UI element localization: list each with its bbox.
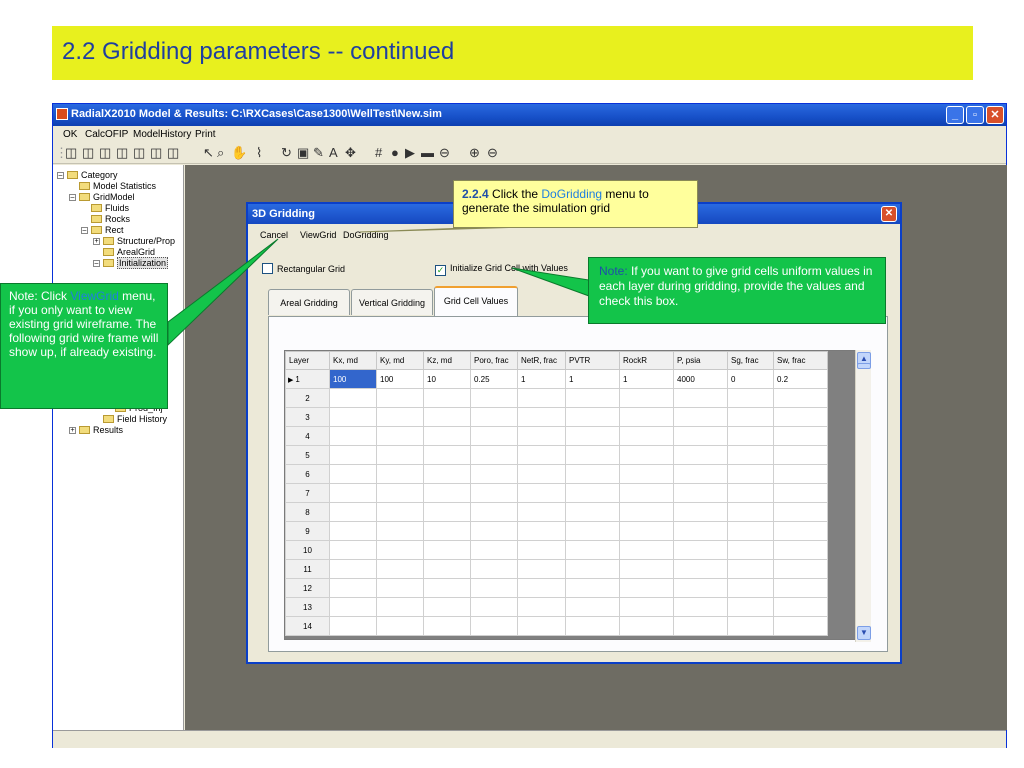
callout-init-values: Note: If you want to give grid cells uni… (588, 257, 886, 324)
callout-text: If you want to give grid cells uniform v… (599, 264, 873, 308)
step-number: 2.2.4 (462, 187, 489, 201)
callout-viewgrid: Note: Click ViewGrid menu, if you only w… (0, 283, 168, 409)
callout-menu-name: ViewGrid (70, 289, 119, 303)
callout-dogridding: 2.2.4 Click the DoGridding menu to gener… (453, 180, 698, 228)
callout-note-label: Note: (599, 264, 628, 278)
callout-text: Note: Click (9, 289, 71, 303)
callout-text: Click the (488, 187, 542, 201)
callout-menu-name: DoGridding (541, 187, 603, 201)
left-callout-pointer (167, 238, 279, 347)
right-callout-pointer (511, 267, 590, 297)
